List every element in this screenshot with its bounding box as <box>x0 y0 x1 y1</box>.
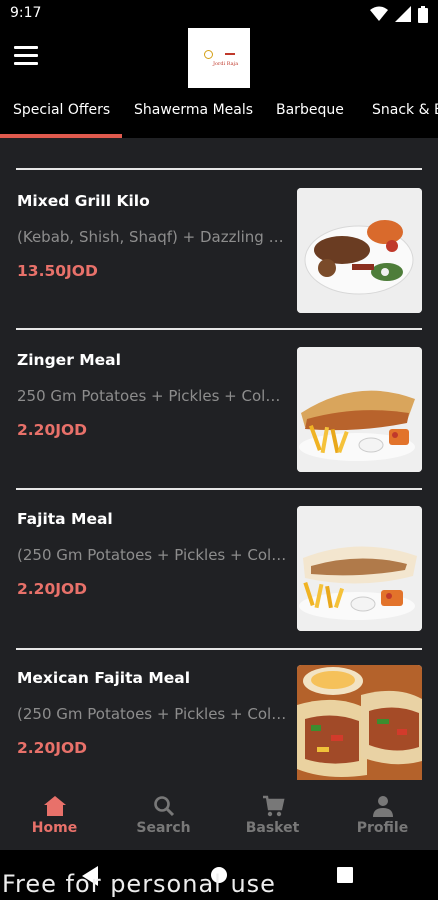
item-description: (250 Gm Potatoes + Pickles + Coleslaw) <box>17 546 289 564</box>
wifi-icon <box>370 6 388 21</box>
divider <box>16 488 422 490</box>
item-title: Mixed Grill Kilo <box>17 192 150 210</box>
cart-icon <box>263 795 285 817</box>
nav-basket-label: Basket <box>245 820 300 836</box>
tab-shawerma-meals[interactable]: Shawerma Meals <box>134 102 253 118</box>
search-icon <box>154 796 175 817</box>
item-price: 2.20JOD <box>17 421 88 439</box>
category-tabs: Special Offers Shawerma Meals Barbeque S… <box>0 88 438 138</box>
nav-search-label: Search <box>136 820 191 836</box>
battery-icon <box>418 5 428 23</box>
nav-search[interactable]: Search <box>109 780 218 850</box>
item-title: Mexican Fajita Meal <box>17 669 191 687</box>
item-price: 2.20JOD <box>17 739 88 757</box>
zinger-meal-image <box>297 347 422 472</box>
person-icon <box>373 796 393 817</box>
divider <box>16 168 422 170</box>
mixed-grill-image <box>297 188 422 313</box>
mexican-fajita-image <box>297 665 422 780</box>
home-icon <box>44 796 66 816</box>
menu-icon[interactable] <box>14 46 38 66</box>
fajita-meal-image <box>297 506 422 631</box>
app-bar: Jordi Raja <box>0 28 438 88</box>
product-list: Mixed Grill Kilo (Kebab, Shish, Shaqf) +… <box>0 138 438 780</box>
status-bar: 9:17 <box>0 0 438 28</box>
brand-logo: Jordi Raja <box>188 28 250 88</box>
nav-profile-label: Profile <box>356 820 409 836</box>
tab-barbeque[interactable]: Barbeque <box>276 102 344 118</box>
item-price: 2.20JOD <box>17 580 88 598</box>
divider <box>16 328 422 330</box>
item-description: 250 Gm Potatoes + Pickles + Coleslaw <box>17 387 289 405</box>
tab-special-offers[interactable]: Special Offers <box>13 102 110 118</box>
nav-basket[interactable]: Basket <box>218 780 327 850</box>
item-description: (250 Gm Potatoes + Pickles + Coleslaw) <box>17 705 289 723</box>
nav-profile[interactable]: Profile <box>328 780 437 850</box>
bottom-navigation: Home Search Basket Profile <box>0 780 438 850</box>
watermark-text: Free for personal use <box>2 870 276 898</box>
item-price: 13.50JOD <box>17 262 98 280</box>
divider <box>16 648 422 650</box>
tab-snack[interactable]: Snack & B <box>372 102 438 118</box>
status-time: 9:17 <box>10 5 42 21</box>
item-title: Zinger Meal <box>17 351 121 369</box>
status-icons <box>370 5 428 23</box>
item-title: Fajita Meal <box>17 510 113 528</box>
nav-home[interactable]: Home <box>0 780 109 850</box>
item-description: (Kebab, Shish, Shaqf) + Dazzling Salad +… <box>17 228 289 246</box>
nav-home-label: Home <box>31 820 78 836</box>
recents-icon[interactable] <box>337 867 353 883</box>
signal-icon <box>395 6 411 22</box>
